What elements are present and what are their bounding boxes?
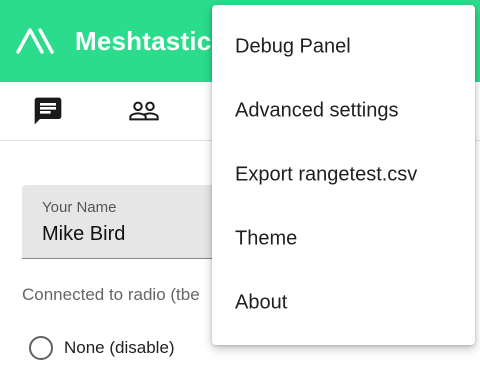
menu-item-debug-panel[interactable]: Debug Panel [212, 17, 475, 81]
radio-button[interactable] [29, 336, 53, 360]
name-field-value[interactable]: Mike Bird [42, 223, 125, 246]
chat-icon[interactable] [32, 95, 64, 127]
people-icon[interactable] [128, 95, 160, 127]
menu-item-label: Advanced settings [235, 99, 399, 122]
menu-item-about[interactable]: About [212, 273, 475, 337]
menu-item-export-rangetest[interactable]: Export rangetest.csv [212, 145, 475, 209]
menu-item-label: Debug Panel [235, 35, 351, 58]
meshtastic-logo-icon [16, 26, 62, 54]
connected-status-text: Connected to radio (tbe [22, 285, 200, 304]
menu-item-theme[interactable]: Theme [212, 209, 475, 273]
radio-option-label: None (disable) [64, 338, 175, 357]
menu-item-label: About [235, 291, 288, 314]
app-title: Meshtastic [75, 26, 212, 56]
menu-item-advanced-settings[interactable]: Advanced settings [212, 81, 475, 145]
overflow-menu: Debug Panel Advanced settings Export ran… [212, 5, 475, 345]
menu-item-label: Export rangetest.csv [235, 163, 418, 186]
name-field-label: Your Name [42, 199, 117, 216]
menu-item-label: Theme [235, 227, 298, 250]
